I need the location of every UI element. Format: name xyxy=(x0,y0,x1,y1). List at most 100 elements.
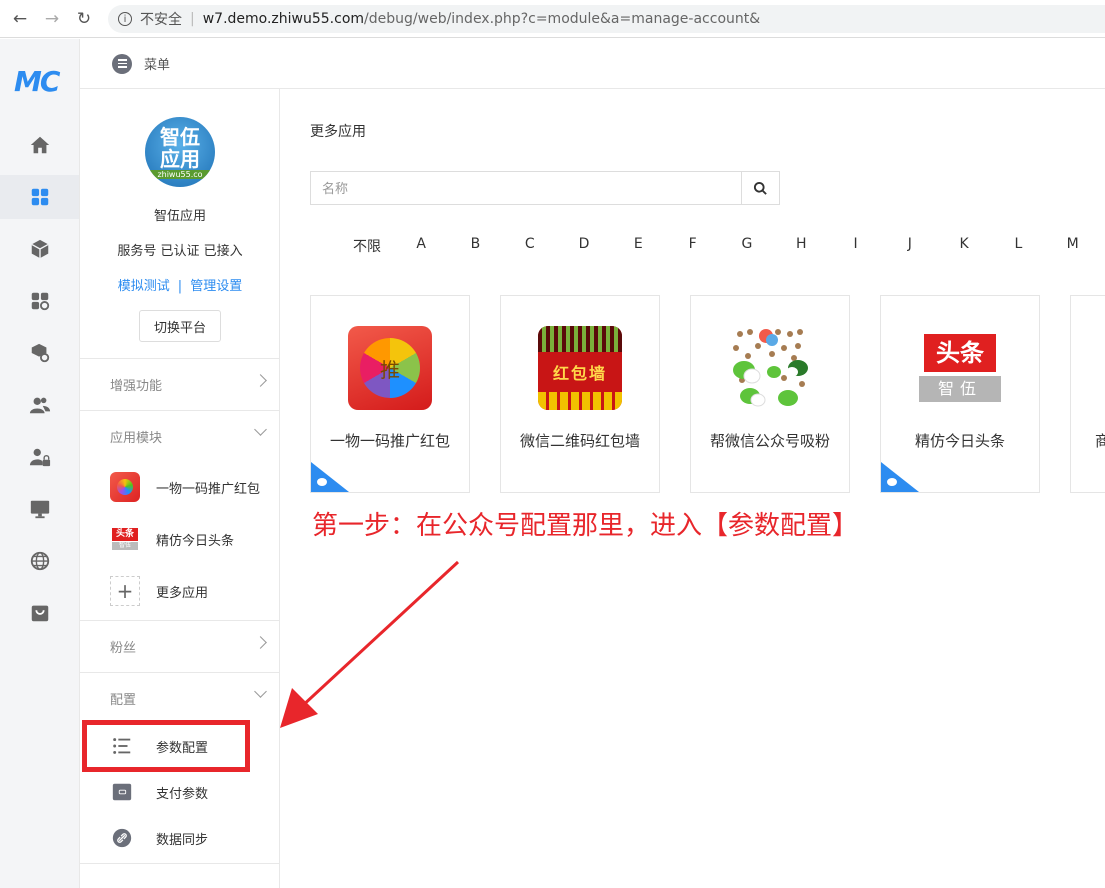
section-config-label: 配置 xyxy=(110,693,137,708)
app-card[interactable]: 推 一物一码推广红包 xyxy=(310,295,470,493)
rail-globe[interactable] xyxy=(0,539,79,583)
monitor-icon xyxy=(30,500,49,519)
toutiao-icon: 头条 智伍 xyxy=(110,524,140,554)
sidebar-config-sync[interactable]: 数据同步 xyxy=(80,815,279,861)
address-bar[interactable]: i 不安全 | w7.demo.zhiwu55.com /debug/web/i… xyxy=(108,5,1105,33)
chevron-down-icon xyxy=(254,423,267,436)
fans-crowd-icon xyxy=(733,329,808,407)
cube-icon xyxy=(30,239,49,259)
reload-icon[interactable]: ↻ xyxy=(72,7,96,31)
menu-label[interactable]: 菜单 xyxy=(144,54,170,73)
apps-icon xyxy=(31,188,48,206)
corner-badge-icon xyxy=(881,462,919,492)
section-modules[interactable]: 应用模块 xyxy=(80,410,279,462)
highlight-box xyxy=(82,720,250,772)
account-links: 模拟测试 | 管理设置 xyxy=(80,275,280,294)
info-icon[interactable]: i xyxy=(118,12,132,26)
app-card-image-text: 红包墙 xyxy=(552,364,607,383)
letter-filter-item[interactable]: K xyxy=(937,236,991,256)
sidebar-module-toutiao[interactable]: 头条 智伍 精仿今日头条 xyxy=(80,516,279,562)
app-card-name: 帮微信公众号吸粉 xyxy=(709,432,830,450)
search-button[interactable] xyxy=(741,172,779,204)
logo[interactable]: MC xyxy=(14,65,60,98)
letter-filter-item[interactable]: H xyxy=(774,236,828,256)
app-card-name: 微信二维码红包墙 xyxy=(519,432,640,450)
letter-filter-item[interactable]: C xyxy=(503,236,557,256)
toutiao-badge-top: 头条 xyxy=(112,528,138,541)
app-card-name: 商 xyxy=(1095,430,1105,451)
section-config[interactable]: 配置 xyxy=(80,672,279,724)
rail-box-settings[interactable] xyxy=(0,331,79,375)
corner-badge-icon xyxy=(311,462,349,492)
browser-toolbar: ← → ↻ i 不安全 | w7.demo.zhiwu55.com /debug… xyxy=(0,0,1105,38)
rail-user-lock[interactable] xyxy=(0,435,79,479)
user-lock-icon xyxy=(29,448,50,467)
module-label: 更多应用 xyxy=(156,585,209,601)
switch-platform-button[interactable]: 切换平台 xyxy=(139,310,221,342)
sidebar-module-more[interactable]: + 更多应用 xyxy=(80,568,279,614)
letter-filter-item[interactable]: M xyxy=(1046,236,1100,256)
app-card-image: 推 xyxy=(348,326,432,410)
app-card[interactable]: 红包墙 微信二维码红包墙 xyxy=(500,295,660,493)
app-card-name: 精仿今日头条 xyxy=(914,432,1005,450)
chevron-right-icon xyxy=(254,374,267,387)
home-icon xyxy=(30,136,49,154)
plus-icon: + xyxy=(110,576,140,606)
content-header: 菜单 xyxy=(80,39,1105,89)
simulate-test-link[interactable]: 模拟测试 xyxy=(118,279,170,294)
corner-dot-icon xyxy=(887,478,897,486)
rail-monitor[interactable] xyxy=(0,487,79,531)
rail-home[interactable] xyxy=(0,123,79,167)
section-enhanced[interactable]: 增强功能 xyxy=(80,358,279,410)
letter-filter-item[interactable]: F xyxy=(665,236,719,256)
rail-modules[interactable] xyxy=(0,279,79,323)
app-card[interactable]: 商 xyxy=(1070,295,1105,493)
app-card-name: 一物一码推广红包 xyxy=(329,432,450,450)
corner-dot-icon xyxy=(317,478,327,486)
letter-filter-item[interactable]: G xyxy=(720,236,774,256)
account-name: 智伍应用 xyxy=(153,209,206,224)
letter-filter-item[interactable]: I xyxy=(828,236,882,256)
sidebar-config-payment[interactable]: 支付参数 xyxy=(80,769,279,815)
rail-cube[interactable] xyxy=(0,227,79,271)
modules-icon xyxy=(31,292,49,311)
manage-settings-link[interactable]: 管理设置 xyxy=(190,279,242,294)
back-icon[interactable]: ← xyxy=(8,7,32,31)
app-card-image-text: 推 xyxy=(360,338,420,398)
insecure-label: 不安全 xyxy=(140,12,182,28)
letter-filter-item[interactable]: E xyxy=(611,236,665,256)
rail-apps[interactable] xyxy=(0,175,79,219)
menu-icon[interactable] xyxy=(112,53,132,74)
rail-users[interactable] xyxy=(0,383,79,427)
chevron-down-icon xyxy=(254,685,267,698)
wallet-icon xyxy=(110,780,134,804)
store-icon xyxy=(31,605,48,622)
letter-filter-item[interactable]: L xyxy=(991,236,1045,256)
module-label: 一物一码推广红包 xyxy=(156,481,261,497)
forward-icon[interactable]: → xyxy=(40,7,64,31)
chevron-right-icon xyxy=(254,636,267,649)
letter-filter-item[interactable]: D xyxy=(557,236,611,256)
app-card[interactable]: 头条 智伍 精仿今日头条 xyxy=(880,295,1040,493)
rail-store[interactable] xyxy=(0,591,79,635)
search-input[interactable] xyxy=(311,172,741,204)
icon-rail: MC xyxy=(0,39,80,888)
letter-filter-item[interactable]: J xyxy=(883,236,937,256)
toutiao-badge-bottom: 智伍 xyxy=(112,542,138,550)
section-fans[interactable]: 粉丝 xyxy=(80,620,279,672)
avatar-text-top: 智伍 xyxy=(160,124,200,149)
letter-filter: 不限 A B C D E F G H I J K L M xyxy=(340,236,1100,256)
section-divider xyxy=(80,863,279,887)
letter-filter-item[interactable]: 不限 xyxy=(340,236,394,256)
app-card[interactable]: 帮微信公众号吸粉 xyxy=(690,295,850,493)
search-bar xyxy=(310,171,780,205)
module-label: 精仿今日头条 xyxy=(156,533,235,549)
url-divider: | xyxy=(190,11,195,27)
red-packet-icon xyxy=(110,472,140,502)
config-label: 数据同步 xyxy=(156,832,209,848)
sidebar-module-redpacket[interactable]: 一物一码推广红包 xyxy=(80,464,279,510)
letter-filter-item[interactable]: B xyxy=(448,236,502,256)
letter-filter-item[interactable]: A xyxy=(394,236,448,256)
section-modules-label: 应用模块 xyxy=(110,431,163,446)
box-settings-icon xyxy=(31,343,49,363)
